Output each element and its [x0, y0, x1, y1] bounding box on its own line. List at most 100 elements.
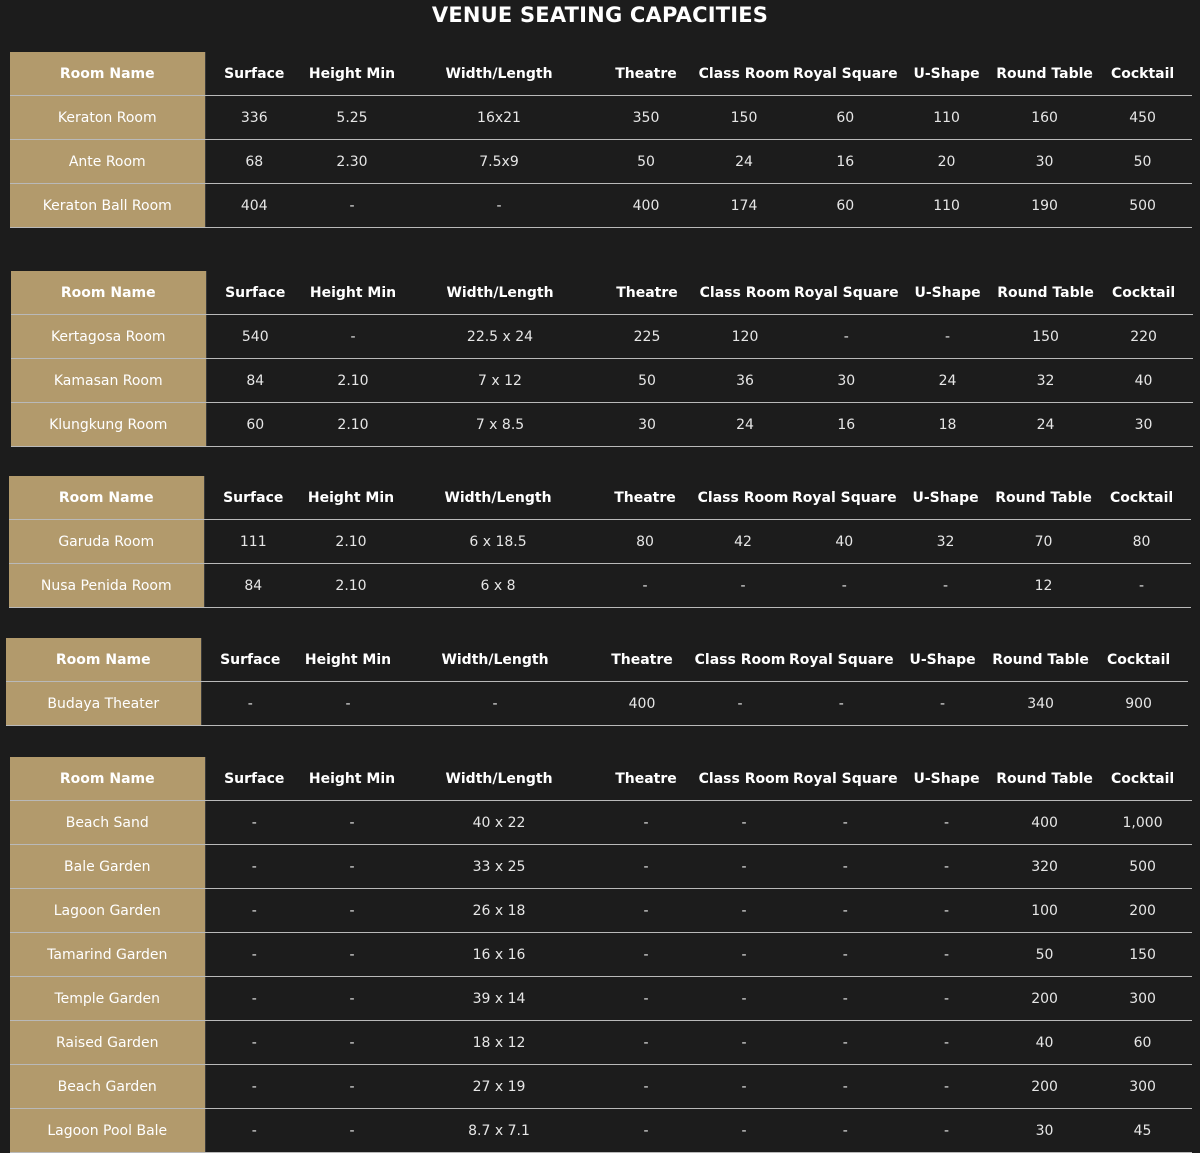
surface-cell: 404: [205, 183, 303, 228]
u-shape-cell: -: [897, 1020, 996, 1065]
room-name-cell: Klungkung Room: [11, 402, 207, 447]
header-height-min: Height Min: [304, 271, 402, 315]
royal-square-cell: 60: [793, 183, 898, 228]
cocktail-cell: 900: [1089, 681, 1188, 726]
header-room-name: Room Name: [6, 638, 202, 682]
round-table-cell: 200: [995, 1064, 1094, 1109]
header-width-length: Width/Length: [401, 757, 597, 801]
height-min-cell: -: [304, 314, 402, 359]
height-min-cell: -: [303, 888, 401, 933]
u-shape-cell: 18: [898, 402, 997, 447]
theatre-cell: 400: [597, 183, 695, 228]
surface-cell: -: [205, 1064, 303, 1109]
class-room-cell: 36: [696, 358, 794, 403]
header-royal-square: Royal Square: [789, 638, 894, 682]
surface-cell: 540: [206, 314, 304, 359]
header-height-min: Height Min: [299, 638, 397, 682]
width-length-cell: 40 x 22: [401, 800, 597, 845]
table-row: Keraton Room 336 5.25 16x21 350 150 60 110 160 45…: [10, 95, 1192, 140]
theatre-cell: -: [597, 1064, 695, 1109]
header-royal-square: Royal Square: [793, 52, 898, 96]
width-length-cell: 7.5x9: [401, 139, 597, 184]
page-title: VENUE SEATING CAPACITIES: [431, 3, 769, 27]
width-length-cell: -: [397, 681, 593, 726]
table-header-row: Room Name Surface Height Min Width/Length Th…: [9, 476, 1191, 520]
theatre-cell: 350: [597, 95, 695, 140]
header-round-table: Round Table: [995, 757, 1094, 801]
theatre-cell: -: [597, 976, 695, 1021]
class-room-cell: -: [695, 976, 793, 1021]
class-room-cell: -: [694, 563, 792, 608]
royal-square-cell: 60: [793, 95, 898, 140]
cocktail-cell: 45: [1093, 1108, 1192, 1153]
cocktail-cell: 50: [1093, 139, 1192, 184]
table-row: Beach Garden - -27 x 19- - - -200 300: [10, 1064, 1192, 1109]
width-length-cell: 33 x 25: [401, 844, 597, 889]
class-room-cell: 174: [695, 183, 793, 228]
royal-square-cell: -: [793, 844, 898, 889]
venue-table-4: Room Name Surface Height Min Width/Length Th…: [6, 638, 1188, 726]
u-shape-cell: -: [897, 888, 996, 933]
header-u-shape: U-Shape: [897, 52, 996, 96]
class-room-cell: 120: [696, 314, 794, 359]
table-row: Nusa Penida Room 84 2.10 6 x 8- - - -12-: [9, 563, 1191, 608]
surface-cell: -: [205, 844, 303, 889]
width-length-cell: 22.5 x 24: [402, 314, 598, 359]
theatre-cell: 50: [598, 358, 696, 403]
theatre-cell: 400: [593, 681, 691, 726]
table-row: Garuda Room 111 2.10 6 x 18.5 80 42 40 32 70 80: [9, 519, 1191, 564]
header-cocktail: Cocktail: [1089, 638, 1188, 682]
class-room-cell: -: [695, 1108, 793, 1153]
venue-table-2: Room Name Surface Height Min Width/Length Th…: [11, 271, 1193, 447]
height-min-cell: -: [303, 844, 401, 889]
royal-square-cell: -: [793, 932, 898, 977]
header-class-room: Class Room: [696, 271, 794, 315]
table-row: Tamarind Garden - -16 x 16- - - -50 150: [10, 932, 1192, 977]
width-length-cell: 7 x 12: [402, 358, 598, 403]
table-row: Ante Room 68 2.30 7.5x9 50 24 16 20 30 50: [10, 139, 1192, 184]
header-royal-square: Royal Square: [792, 476, 897, 520]
table-row: Lagoon Garden - -26 x 18- - - -100 200: [10, 888, 1192, 933]
round-table-cell: 200: [995, 976, 1094, 1021]
header-theatre: Theatre: [597, 757, 695, 801]
royal-square-cell: -: [793, 800, 898, 845]
cocktail-cell: 300: [1093, 1064, 1192, 1109]
header-class-room: Class Room: [695, 757, 793, 801]
header-u-shape: U-Shape: [898, 271, 997, 315]
header-height-min: Height Min: [303, 52, 401, 96]
room-name-cell: Budaya Theater: [6, 681, 202, 726]
height-min-cell: 5.25: [303, 95, 401, 140]
header-theatre: Theatre: [597, 52, 695, 96]
surface-cell: 111: [204, 519, 302, 564]
room-name-cell: Kertagosa Room: [11, 314, 207, 359]
theatre-cell: 225: [598, 314, 696, 359]
room-name-cell: Beach Sand: [10, 800, 206, 845]
header-round-table: Round Table: [996, 271, 1095, 315]
cocktail-cell: 220: [1094, 314, 1193, 359]
height-min-cell: -: [303, 1108, 401, 1153]
header-u-shape: U-Shape: [897, 757, 996, 801]
u-shape-cell: 20: [897, 139, 996, 184]
width-length-cell: -: [401, 183, 597, 228]
width-length-cell: 39 x 14: [401, 976, 597, 1021]
cocktail-cell: 200: [1093, 888, 1192, 933]
header-class-room: Class Room: [695, 52, 793, 96]
height-min-cell: 2.10: [304, 402, 402, 447]
table-header-row: Room Name Surface Height Min Width/Length Th…: [10, 757, 1192, 801]
u-shape-cell: -: [897, 932, 996, 977]
venue-table-5: Room Name Surface Height Min Width/Length Th…: [10, 757, 1192, 1153]
header-class-room: Class Room: [694, 476, 792, 520]
header-cocktail: Cocktail: [1094, 271, 1193, 315]
surface-cell: -: [205, 1020, 303, 1065]
round-table-cell: 30: [995, 139, 1094, 184]
cocktail-cell: -: [1092, 563, 1191, 608]
room-name-cell: Garuda Room: [9, 519, 205, 564]
header-cocktail: Cocktail: [1093, 757, 1192, 801]
theatre-cell: 50: [597, 139, 695, 184]
table-row: Raised Garden - -18 x 12- - - -40 60: [10, 1020, 1192, 1065]
surface-cell: 60: [206, 402, 304, 447]
header-height-min: Height Min: [302, 476, 400, 520]
header-surface: Surface: [205, 52, 303, 96]
width-length-cell: 16 x 16: [401, 932, 597, 977]
table-row: Budaya Theater - - -400- - -340 900: [6, 681, 1188, 726]
